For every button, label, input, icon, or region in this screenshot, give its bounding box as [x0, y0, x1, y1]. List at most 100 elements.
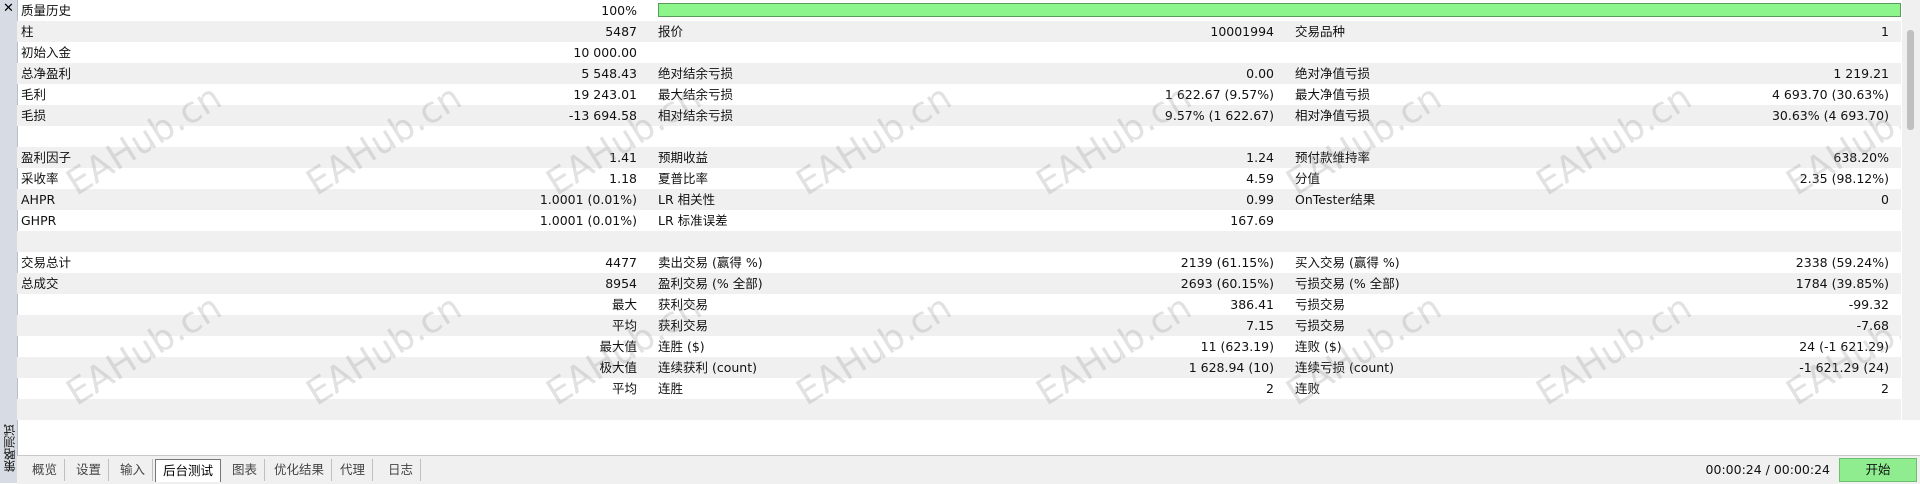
tab-6[interactable]: 优化结果 — [267, 459, 333, 481]
stat-value-col2: 7.15 — [1246, 318, 1274, 333]
stat-label-col2: 相对结余亏损 — [658, 108, 734, 123]
stat-value-col3: -1 621.29 (24) — [1799, 360, 1889, 375]
stat-value-col1: 平均 — [611, 381, 637, 396]
stat-label-col1: 总净盈利 — [21, 66, 72, 81]
stats-row: GHPR 1.0001 (0.01%) LR 标准误差 167.69 — [17, 210, 1901, 231]
stats-row: 毛损 -13 694.58 相对结余亏损 9.57% (1 622.67) 相对净值亏损… — [17, 105, 1901, 126]
stats-row: 毛利 19 243.01 最大结余亏损 1 622.67 (9.57%) 最大净值亏损 4… — [17, 84, 1901, 105]
tab-7[interactable]: 代理 — [333, 459, 374, 481]
stat-label-col3: 交易品种 — [1295, 24, 1346, 39]
stat-value-col3: 638.20% — [1833, 150, 1889, 165]
tab-5[interactable]: 图表 — [225, 459, 266, 481]
tab-1[interactable]: 概览 — [25, 459, 66, 481]
stat-label-col2: 报价 — [658, 24, 684, 39]
stat-value-col2: 1 628.94 (10) — [1188, 360, 1274, 375]
vertical-scrollbar[interactable] — [1902, 0, 1920, 420]
quality-value: 100% — [601, 3, 637, 18]
stat-label-col1: 总成交 — [21, 276, 59, 291]
stat-value-col2: 2693 (60.15%) — [1180, 276, 1274, 291]
stat-label-col1: 毛利 — [21, 87, 47, 102]
stat-value-col1: 平均 — [611, 318, 637, 333]
scrollbar-thumb[interactable] — [1907, 30, 1914, 130]
stat-label-col3: 最大净值亏损 — [1295, 87, 1371, 102]
stat-label-col2: 夏普比率 — [658, 171, 709, 186]
stat-value-col1: 19 243.01 — [573, 87, 637, 102]
tab-4[interactable]: 后台测试 — [155, 459, 222, 482]
stat-value-col2: 2139 (61.15%) — [1180, 255, 1274, 270]
stat-value-col1: 1.41 — [609, 150, 637, 165]
stat-value-col3: 4 693.70 (30.63%) — [1771, 87, 1889, 102]
stat-label-col3: OnTester结果 — [1295, 192, 1376, 207]
stat-value-col1: 8954 — [605, 276, 637, 291]
report-panel: 质量历史 100% 柱 5487 报价 10001994 交易品种 1 初始入金 10 000… — [17, 0, 1901, 420]
stat-value-col2: 2 — [1266, 381, 1274, 396]
stats-row: 柱 5487 报价 10001994 交易品种 1 — [17, 21, 1901, 42]
stat-value-col3: -7.68 — [1856, 318, 1889, 333]
stats-row — [17, 399, 1901, 420]
stat-value-col3: 30.63% (4 693.70) — [1771, 108, 1889, 123]
stat-label-col1: 柱 — [21, 24, 34, 39]
side-panel: ✕ 策略测试 — [0, 0, 18, 483]
stat-label-col2: 卖出交易 (赢得 %) — [658, 255, 763, 270]
stats-row — [17, 231, 1901, 252]
tab-3[interactable]: 输入 — [113, 459, 154, 481]
stat-value-col1: 10 000.00 — [573, 45, 637, 60]
stat-value-col2: 0.99 — [1246, 192, 1274, 207]
stats-row: 平均 连胜 2 连败 2 — [17, 378, 1901, 399]
stats-row: 总成交 8954 盈利交易 (% 全部) 2693 (60.15%) 亏损交易 (% 全… — [17, 273, 1901, 294]
stats-row: AHPR 1.0001 (0.01%) LR 相关性 0.99 OnTester结果 0 — [17, 189, 1901, 210]
stat-label-col3: 连败 — [1295, 381, 1321, 396]
stats-row: 初始入金 10 000.00 — [17, 42, 1901, 63]
stat-label-col2: 获利交易 — [658, 297, 709, 312]
stat-value-col2: 4.59 — [1246, 171, 1274, 186]
stat-label-col2: 盈利交易 (% 全部) — [658, 276, 763, 291]
stat-value-col2: 10001994 — [1210, 24, 1274, 39]
stat-label-col3: 分值 — [1295, 171, 1321, 186]
stat-label-col2: 预期收益 — [658, 150, 709, 165]
stat-value-col3: 2338 (59.24%) — [1795, 255, 1889, 270]
stat-label-col3: 亏损交易 — [1295, 318, 1346, 333]
stat-label-col1: GHPR — [21, 213, 57, 228]
stat-label-col2: 连续获利 (count) — [658, 360, 757, 375]
stat-value-col2: 167.69 — [1230, 213, 1274, 228]
stat-value-col2: 9.57% (1 622.67) — [1164, 108, 1274, 123]
stat-value-col3: 2.35 (98.12%) — [1799, 171, 1889, 186]
stat-value-col3: 1 — [1881, 24, 1889, 39]
stat-value-col3: 2 — [1881, 381, 1889, 396]
stat-value-col1: -13 694.58 — [568, 108, 637, 123]
stat-label-col3: 连败 ($) — [1295, 339, 1342, 354]
stats-row: 平均 获利交易 7.15 亏损交易 -7.68 — [17, 315, 1901, 336]
tab-8[interactable]: 日志 — [381, 459, 422, 481]
stat-label-col3: 亏损交易 (% 全部) — [1295, 276, 1400, 291]
stats-row: 盈利因子 1.41 预期收益 1.24 预付款维持率 638.20% — [17, 147, 1901, 168]
elapsed-timer: 00:00:24 / 00:00:24 — [1705, 462, 1830, 477]
stat-label-col2: 连胜 — [658, 381, 684, 396]
strategy-tester-label: 策略测试 — [3, 424, 17, 472]
stat-label-col2: LR 标准误差 — [658, 213, 728, 228]
stats-row: 采收率 1.18 夏普比率 4.59 分值 2.35 (98.12%) — [17, 168, 1901, 189]
stat-value-col2: 386.41 — [1230, 297, 1274, 312]
stat-value-col2: 11 (623.19) — [1200, 339, 1274, 354]
quality-row: 质量历史 100% — [17, 0, 1901, 21]
stat-label-col1: 初始入金 — [21, 45, 72, 60]
stat-label-col3: 买入交易 (赢得 %) — [1295, 255, 1400, 270]
stat-value-col1: 1.18 — [609, 171, 637, 186]
close-icon[interactable]: ✕ — [2, 2, 15, 15]
stat-value-col1: 最大值 — [599, 339, 637, 354]
stat-label-col3: 预付款维持率 — [1295, 150, 1371, 165]
stats-row: 总净盈利 5 548.43 绝对结余亏损 0.00 绝对净值亏损 1 219.21 — [17, 63, 1901, 84]
stat-value-col1: 最大 — [611, 297, 637, 312]
stat-value-col3: 24 (-1 621.29) — [1799, 339, 1889, 354]
stats-row: 交易总计 4477 卖出交易 (赢得 %) 2139 (61.15%) 买入交易 (赢得… — [17, 252, 1901, 273]
tab-bar: 概览 设置 输入 后台测试 图表 优化结果 代理 日志 00:00:24 / 00:00:24… — [17, 455, 1920, 484]
tab-2[interactable]: 设置 — [69, 459, 110, 481]
stat-label-col2: 绝对结余亏损 — [658, 66, 734, 81]
stat-label-col2: LR 相关性 — [658, 192, 716, 207]
stat-value-col3: 0 — [1881, 192, 1889, 207]
stat-value-col1: 4477 — [605, 255, 637, 270]
stat-label-col1: 毛损 — [21, 108, 47, 123]
stat-value-col1: 5487 — [605, 24, 637, 39]
stat-label-col2: 最大结余亏损 — [658, 87, 734, 102]
stat-label-col3: 亏损交易 — [1295, 297, 1346, 312]
start-button[interactable]: 开始 — [1839, 458, 1917, 482]
